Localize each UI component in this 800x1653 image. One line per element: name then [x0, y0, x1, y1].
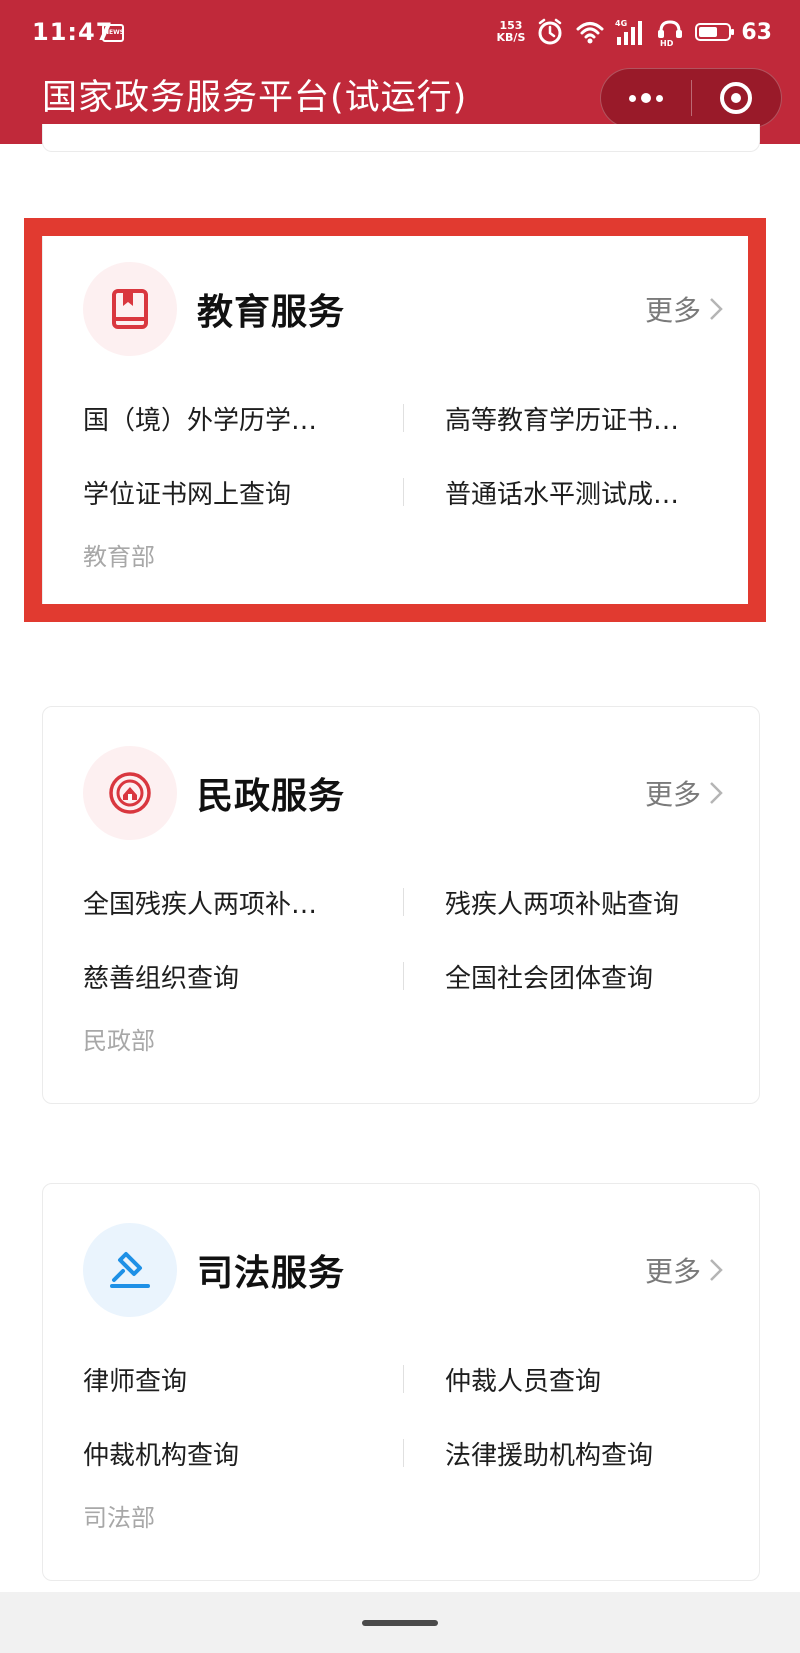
- service-row: 慈善组织查询 全国社会团体查询: [83, 939, 723, 1013]
- status-indicators: 153 KB/S 4G HD 63: [497, 14, 772, 50]
- hd-call-icon: HD: [658, 20, 683, 47]
- battery-percent: 63: [741, 19, 772, 45]
- service-row: 全国残疾人两项补… 残疾人两项补贴查询: [83, 865, 723, 939]
- service-item[interactable]: 慈善组织查询: [83, 958, 403, 995]
- service-item[interactable]: 仲裁机构查询: [83, 1435, 403, 1472]
- signal-4g-icon: 4G: [615, 19, 643, 45]
- mini-program-capsule: [600, 68, 782, 128]
- more-link[interactable]: 更多: [645, 773, 723, 813]
- service-item[interactable]: 仲裁人员查询: [403, 1361, 723, 1398]
- justice-service-card: 司法服务 更多 律师查询 仲裁人员查询 仲裁机构查询 法律援助机构查询 司法部: [42, 1183, 760, 1581]
- home-indicator[interactable]: [362, 1620, 438, 1626]
- page-title: 国家政务服务平台(试运行): [42, 78, 468, 118]
- highlight-annotation-box: [24, 218, 766, 622]
- chevron-right-icon: [710, 1259, 723, 1281]
- status-bar: 11:47 NEWS 153 KB/S 4G HD 63: [0, 0, 800, 66]
- more-link[interactable]: 更多: [645, 1250, 723, 1290]
- card-title: 民政服务: [197, 776, 346, 817]
- gavel-icon: [110, 1252, 150, 1288]
- alarm-icon: [538, 18, 562, 45]
- service-grid: 律师查询 仲裁人员查询 仲裁机构查询 法律援助机构查询: [83, 1342, 723, 1490]
- more-label: 更多: [644, 1255, 701, 1288]
- card-title: 司法服务: [197, 1253, 346, 1294]
- service-row: 律师查询 仲裁人员查询: [83, 1342, 723, 1416]
- app-header: 11:47 NEWS 153 KB/S 4G HD 63 国家政务服务平台(试运…: [0, 0, 800, 144]
- card-header: 司法服务 更多: [83, 1222, 723, 1318]
- card-icon-wrap: [83, 746, 177, 840]
- more-dots-icon: [628, 93, 663, 103]
- battery-fill: [699, 27, 717, 37]
- more-menu-button[interactable]: [601, 69, 691, 127]
- civil-affairs-service-card: 民政服务 更多 全国残疾人两项补… 残疾人两项补贴查询 慈善组织查询 全国社会团…: [42, 706, 760, 1104]
- network-speed-unit: KB/S: [496, 31, 526, 44]
- wifi-icon: [576, 22, 604, 44]
- card-icon-wrap: [83, 1223, 177, 1317]
- svg-text:4G: 4G: [615, 19, 627, 28]
- network-speed: 153 KB/S: [497, 20, 526, 44]
- battery-icon: [695, 23, 735, 41]
- department-label: 民政部: [83, 1027, 155, 1055]
- close-mini-program-button[interactable]: [692, 69, 782, 127]
- previous-card-edge: [42, 124, 760, 152]
- news-notification-icon: NEWS: [102, 24, 124, 42]
- svg-text:HD: HD: [660, 39, 674, 47]
- more-label: 更多: [644, 778, 701, 811]
- service-row: 仲裁机构查询 法律援助机构查询: [83, 1416, 723, 1490]
- service-item[interactable]: 全国社会团体查询: [403, 958, 723, 995]
- service-grid: 全国残疾人两项补… 残疾人两项补贴查询 慈善组织查询 全国社会团体查询: [83, 865, 723, 1013]
- civil-affairs-emblem-icon: [109, 772, 151, 814]
- chevron-right-icon: [710, 782, 723, 804]
- service-item[interactable]: 残疾人两项补贴查询: [403, 884, 723, 921]
- card-header: 民政服务 更多: [83, 745, 723, 841]
- department-label: 司法部: [83, 1504, 155, 1532]
- close-target-icon: [720, 82, 753, 114]
- service-item[interactable]: 律师查询: [83, 1361, 403, 1398]
- system-navigation-bar: [0, 1592, 800, 1653]
- service-item[interactable]: 法律援助机构查询: [403, 1435, 723, 1472]
- service-item[interactable]: 全国残疾人两项补…: [83, 884, 403, 921]
